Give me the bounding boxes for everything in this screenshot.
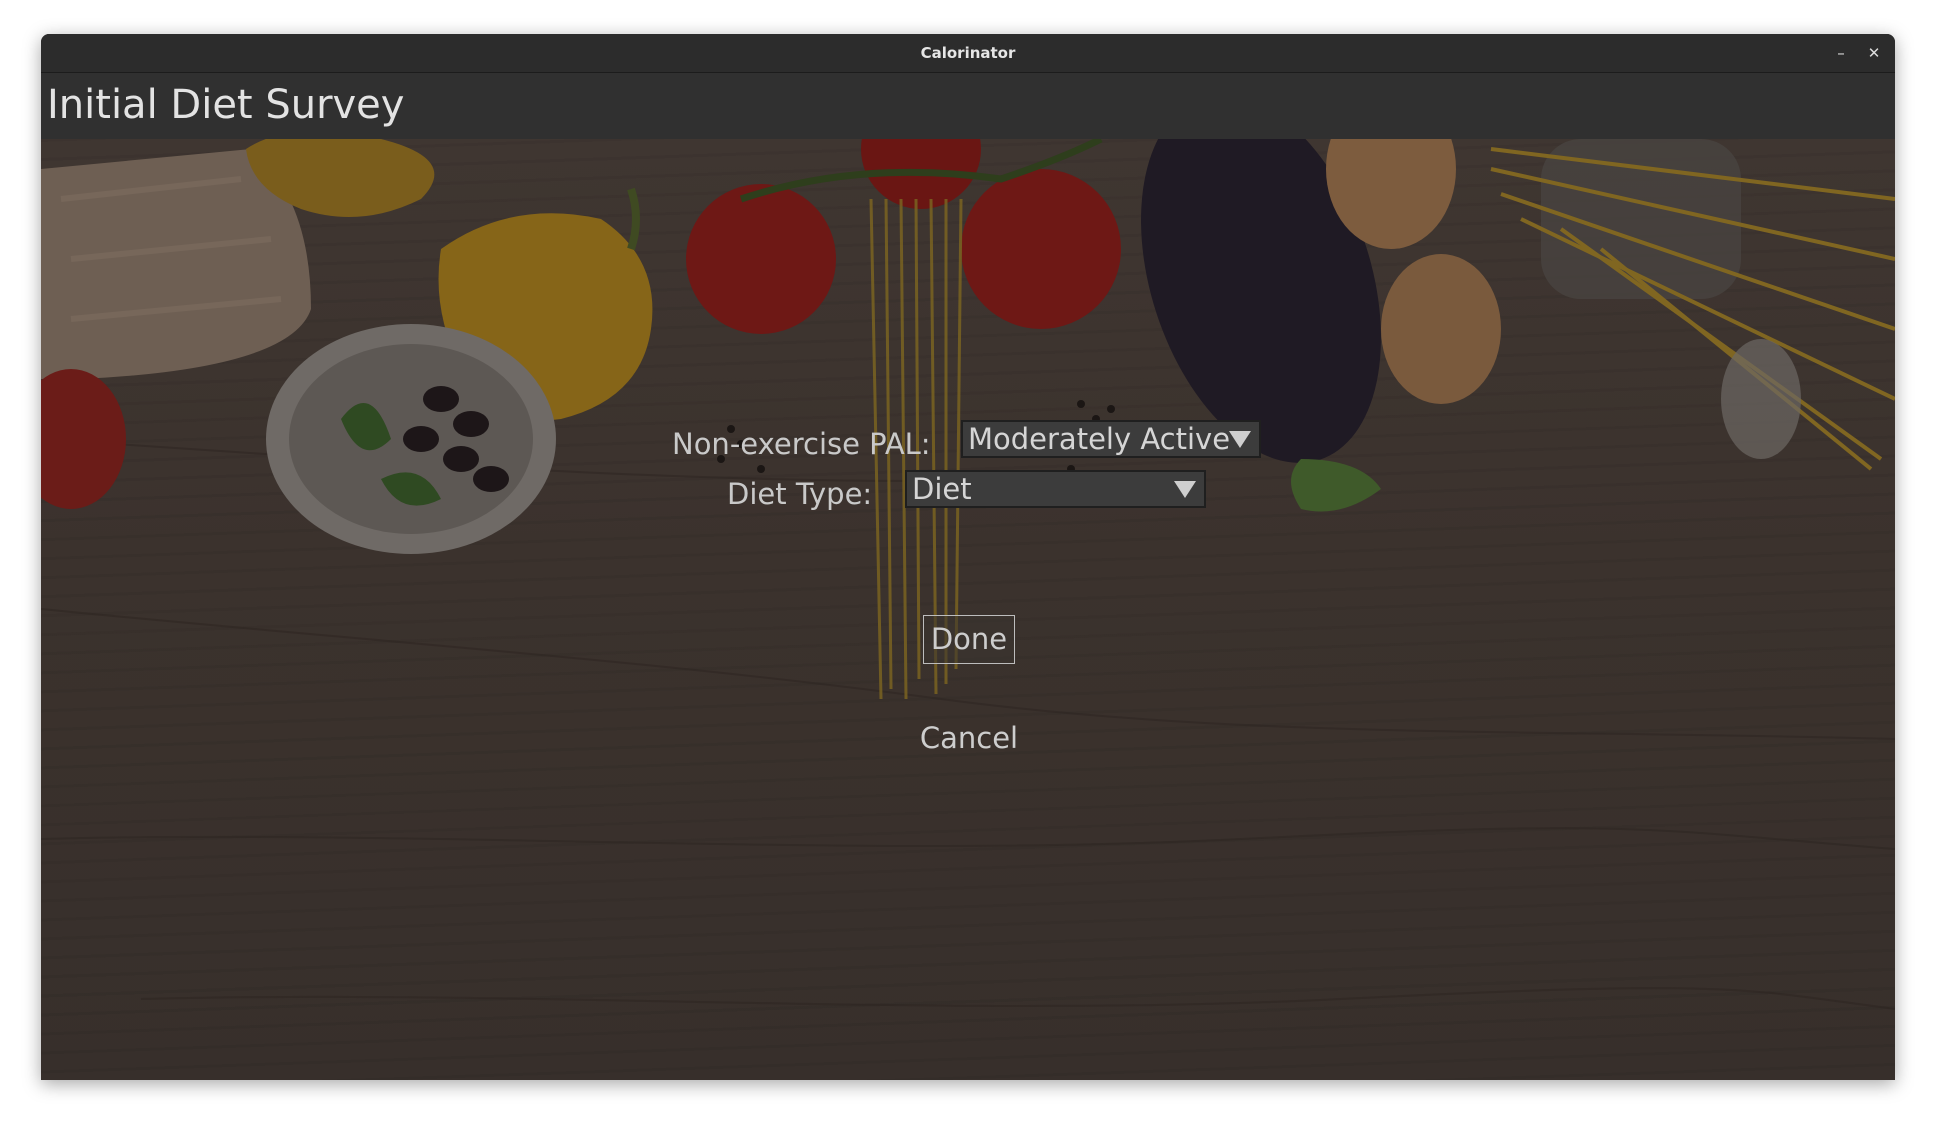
- done-button[interactable]: Done: [923, 615, 1015, 664]
- onion-icon: [1381, 254, 1501, 404]
- food-background-image: [41, 139, 1895, 1010]
- diet-type-dropdown[interactable]: Diet: [905, 470, 1206, 508]
- page-title: Initial Diet Survey: [47, 82, 405, 128]
- triangle-down-icon: [1174, 481, 1196, 498]
- pal-dropdown-value: Moderately Active: [968, 422, 1231, 456]
- page-header: Initial Diet Survey: [41, 73, 1895, 139]
- window-title: Calorinator: [920, 44, 1016, 62]
- spaghetti-jar-icon: [1490, 139, 1895, 471]
- close-icon[interactable]: ✕: [1863, 42, 1885, 64]
- app-window: Calorinator – ✕ Initial Diet Survey Non-…: [41, 34, 1895, 1080]
- cancel-button[interactable]: Cancel: [911, 717, 1027, 759]
- diet-type-label: Diet Type:: [727, 477, 873, 511]
- pal-dropdown[interactable]: Moderately Active: [961, 420, 1261, 458]
- window-titlebar[interactable]: Calorinator – ✕: [41, 34, 1895, 73]
- minimize-icon[interactable]: –: [1830, 42, 1852, 64]
- red-pepper-icon: [41, 369, 126, 509]
- olive-bowl-icon: [266, 324, 556, 554]
- triangle-down-icon: [1229, 431, 1251, 448]
- survey-panel: Non-exercise PAL: Moderately Active Diet…: [41, 139, 1895, 1080]
- pal-label: Non-exercise PAL:: [672, 427, 931, 461]
- tomato-icon: [686, 184, 836, 334]
- diet-type-dropdown-value: Diet: [912, 472, 972, 506]
- tomato-icon: [961, 169, 1121, 329]
